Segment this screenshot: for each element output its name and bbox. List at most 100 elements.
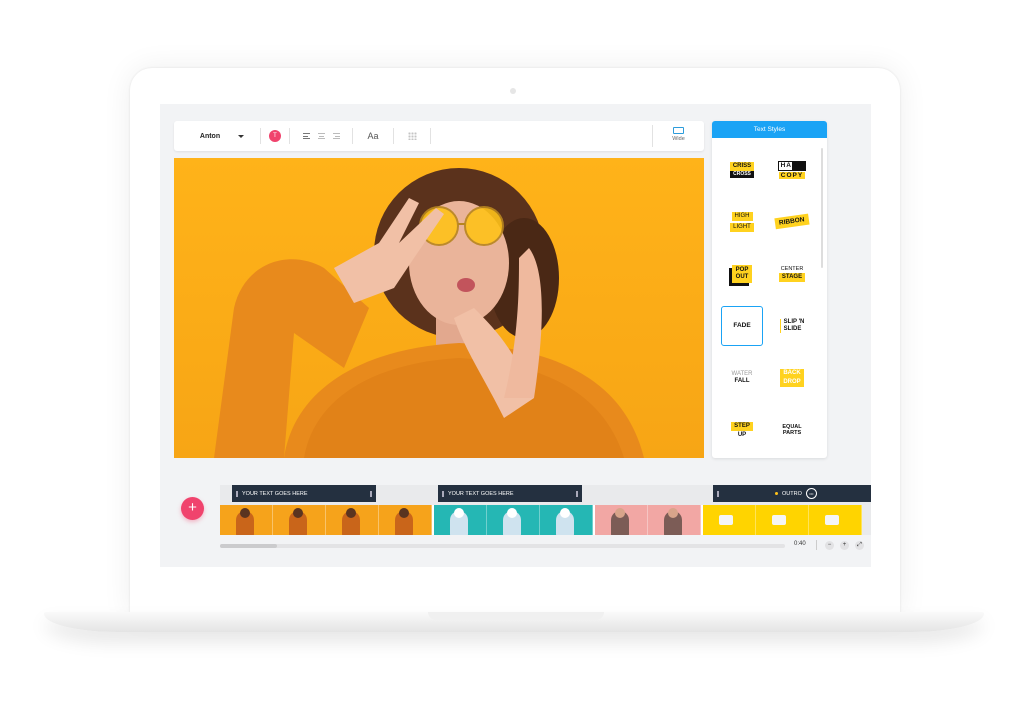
style-line: BACK [780,369,804,378]
timeline-scroll-thumb[interactable] [220,544,277,548]
lips-shape [457,278,475,292]
style-slip-n-slide[interactable]: SLIP 'N SLIDE [767,300,817,352]
aspect-wide-button[interactable]: Wide [652,125,704,147]
expand-icon[interactable]: ⤢ [855,540,864,550]
style-line: STAGE [778,272,806,282]
clip-frame [434,505,487,535]
laptop-camera [510,88,516,94]
preview-photo [214,168,644,458]
style-criss-cross[interactable]: CRISS CROSS [717,144,767,196]
style-line: RIBBON [774,213,810,231]
style-line-2: OUT [735,274,749,280]
style-line: CROSS [730,170,754,179]
grid-button[interactable] [394,132,430,140]
drag-handle-icon[interactable] [236,490,238,497]
style-line: HARD [777,161,807,171]
clip-frame [379,505,432,535]
align-right-icon[interactable] [332,133,340,139]
video-clips [220,505,862,535]
chevron-down-icon [238,134,245,138]
style-equal-parts[interactable]: EQUAL PARTS [767,404,817,456]
timeline-controls: − + ⤢ [816,540,864,550]
styles-grid: CRISS CROSS HARD COPY HIGH LIGHT RIBBON [717,144,817,456]
drag-handle-icon[interactable] [717,490,719,497]
video-clip-pink[interactable] [595,505,703,535]
style-line: DROP [780,378,804,387]
panel-scrollbar[interactable] [821,148,823,268]
style-line: HIGH [731,212,753,221]
font-name: Anton [199,132,221,140]
style-fade[interactable]: FADE [721,306,763,346]
glasses-right-lens [464,206,504,246]
clip-frame [703,505,756,535]
style-line: FALL [734,378,750,384]
text-clip[interactable]: YOUR TEXT GOES HERE [232,485,376,502]
outro-settings-icon[interactable]: ••• [805,488,817,499]
laptop-base-notch [428,612,604,620]
drag-handle-icon[interactable] [370,491,372,497]
clip-frame [595,505,648,535]
text-color-icon: T [269,130,281,142]
video-clip-teal[interactable] [434,505,595,535]
text-clip-label: YOUR TEXT GOES HERE [448,490,514,497]
style-line: SLIP 'N SLIDE [779,319,804,333]
style-line-1: POP [735,267,749,274]
style-line: UP [737,431,747,438]
alignment-group [290,133,352,139]
text-clip-label: YOUR TEXT GOES HERE [242,490,308,497]
style-center-stage[interactable]: CENTER STAGE [767,248,817,300]
style-line: POP OUT [731,265,753,283]
outro-dot-icon [775,492,778,495]
style-line-2: SLIDE [783,326,802,332]
clip-frame [220,505,273,535]
clip-frame [487,505,540,535]
align-center-icon[interactable] [317,133,325,139]
style-line: STEP [731,421,753,431]
font-selector[interactable]: Anton [174,133,260,140]
editor-screen: Anton T Aa Wide Text Styles CRISS CROSS … [160,104,871,567]
wide-aspect-icon [673,127,684,134]
video-preview[interactable] [174,158,704,458]
video-clip-yellow[interactable] [703,505,862,535]
clip-frame [809,505,862,535]
zoom-out-icon[interactable]: − [825,540,834,550]
outro-clip[interactable]: OUTRO ••• [713,485,871,502]
text-color-button[interactable]: T [261,130,289,142]
style-ribbon[interactable]: RIBBON [767,196,817,248]
style-line: LIGHT [730,223,754,232]
style-line: PARTS [782,430,802,436]
style-line: CRISS [729,161,755,171]
style-hard-copy[interactable]: HARD COPY [767,144,817,196]
clip-frame [648,505,701,535]
grid-icon [407,132,417,140]
panel-title: Text Styles [712,121,827,138]
laptop-mockup: Anton T Aa Wide Text Styles CRISS CROSS … [0,0,1028,710]
style-water-fall[interactable]: WATER FALL [717,352,767,404]
clip-frame [540,505,593,535]
text-clip[interactable]: YOUR TEXT GOES HERE [438,485,582,502]
style-back-drop[interactable]: BACK DROP [767,352,817,404]
clip-frame [756,505,809,535]
text-toolbar: Anton T Aa Wide [174,121,704,151]
outro-label: OUTRO [782,490,802,497]
text-styles-panel: Text Styles CRISS CROSS HARD COPY HIGH L… [712,121,827,458]
toolbar-divider [430,128,431,144]
style-high-light[interactable]: HIGH LIGHT [717,196,767,248]
controls-divider [816,540,817,550]
timeline-duration: 0:40 [794,541,806,547]
text-case-button[interactable]: Aa [353,131,393,141]
clip-frame [326,505,379,535]
style-line: WATER [731,371,753,378]
style-line: FADE [733,322,751,330]
timeline-scrollbar[interactable] [220,544,785,548]
drag-handle-icon[interactable] [442,490,444,497]
style-step-up[interactable]: STEP UP [717,404,767,456]
style-pop-out[interactable]: POP OUT [717,248,767,300]
zoom-in-icon[interactable]: + [840,540,849,550]
align-left-icon[interactable] [302,133,310,139]
drag-handle-icon[interactable] [576,491,578,497]
wide-label: Wide [672,136,685,142]
add-clip-button[interactable]: + [181,497,204,520]
video-clip-orange[interactable] [220,505,434,535]
panel-body: CRISS CROSS HARD COPY HIGH LIGHT RIBBON [712,138,827,458]
